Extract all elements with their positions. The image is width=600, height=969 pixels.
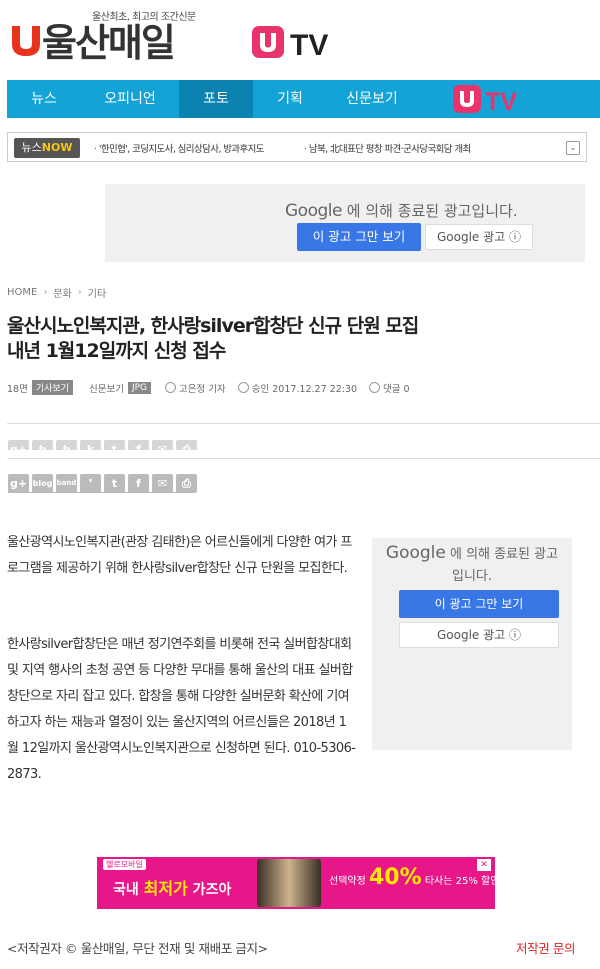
svg-text:TV: TV	[290, 29, 328, 60]
logo-u-icon[interactable]	[8, 20, 44, 60]
banner-offer: 선택약정 40% 타사는 25% 할인	[329, 865, 495, 890]
breadcrumb-home[interactable]: HOME	[7, 287, 37, 298]
print-icon[interactable]: ⎙	[176, 440, 197, 450]
ad-closed-message: Google 에 의해 종료된 광고입니다.	[285, 201, 518, 221]
twitter-icon[interactable]: t	[104, 440, 125, 450]
blog-icon[interactable]: b	[32, 440, 53, 450]
blog-icon[interactable]: blog	[32, 474, 53, 493]
why-ad-button[interactable]: Google 광고 ⓘ	[399, 622, 559, 648]
comment-icon	[369, 382, 381, 393]
print-icon[interactable]: ⎙	[176, 474, 197, 493]
nav-item-newspaper[interactable]: 신문보기	[327, 80, 417, 118]
chevron-right-icon: ›	[43, 287, 48, 298]
author-name: 고은정 기자	[179, 383, 226, 395]
share-bar-top: g+ b b k t f ✉ ⎙	[8, 440, 197, 450]
approved-datetime: 승인 2017.12.27 22:30	[251, 383, 358, 395]
nav-item-opinion[interactable]: 오피니언	[81, 80, 179, 118]
chevron-right-icon: ›	[77, 287, 82, 298]
facebook-icon[interactable]: f	[128, 474, 149, 493]
clock-icon	[237, 382, 249, 393]
article-title-line2: 내년 1월12일까지 신청 접수	[7, 340, 226, 362]
article-title-line1: 울산시노인복지관, 한사랑silver합창단 신규 단원 모집	[7, 315, 419, 337]
divider	[8, 492, 194, 493]
site-logo-text[interactable]: 울산매일	[42, 12, 176, 67]
kakao-icon[interactable]: ❜	[80, 474, 101, 493]
nav-utv-icon[interactable]: TV	[452, 84, 536, 114]
ad-closed-message: Google 에 의해 종료된 광고입니다.	[385, 543, 559, 584]
news-now-item[interactable]: · '한민협', 코딩지도사, 심리상담사, 방과후지도	[94, 141, 265, 155]
copyright-inquiry-link[interactable]: 저작권 문의	[516, 938, 575, 957]
band-icon[interactable]: band	[56, 474, 77, 493]
twitter-icon[interactable]: t	[104, 474, 125, 493]
kakao-icon[interactable]: k	[80, 440, 101, 450]
mail-icon[interactable]: ✉	[152, 440, 173, 450]
copyright-notice: <저작권자 © 울산매일, 무단 전재 및 재배포 금지>	[7, 941, 268, 956]
page-number: 18면	[7, 383, 28, 395]
mail-icon[interactable]: ✉	[152, 474, 173, 493]
breadcrumb-culture[interactable]: 문화	[53, 285, 71, 300]
svg-text:TV: TV	[485, 88, 517, 114]
article-paragraph: 울산광역시노인복지관(관장 김태한)은 어르신들에게 다양한 여가 프로그램을 …	[7, 535, 352, 576]
breadcrumb: HOME › 문화 › 기타	[7, 285, 106, 300]
google-ad-top: Google 에 의해 종료된 광고입니다. 이 광고 그만 보기 Google…	[105, 184, 585, 262]
article-paragraph: 한사랑silver합창단은 매년 정기연주회를 비롯해 전국 실버합창대회 및 …	[7, 637, 356, 782]
promo-banner[interactable]: 헬로모바일 국내 최저가 가즈아 선택약정 40% 타사는 25% 할인 ✕	[97, 857, 495, 909]
divider	[7, 458, 600, 459]
news-now-item[interactable]: · 남북, 北대표단 평창 파견·군사당국회담 개최	[304, 141, 471, 155]
stop-ad-button[interactable]: 이 광고 그만 보기	[297, 223, 421, 251]
banner-headline: 국내 최저가 가즈아	[113, 879, 232, 898]
newspaper-view[interactable]: 신문보기	[89, 381, 124, 395]
divider	[7, 423, 600, 424]
news-now-badge: 뉴스NOW	[14, 138, 80, 158]
utv-logo-icon[interactable]: TV	[250, 24, 360, 60]
chevron-down-icon[interactable]: ⌄	[566, 141, 580, 155]
googleplus-icon[interactable]: g+	[8, 440, 29, 450]
google-ad-side: Google 에 의해 종료된 광고입니다. 이 광고 그만 보기 Google…	[372, 538, 572, 750]
article-meta: 18면 기사보기 신문보기 JPG 고은정 기자 승인 2017.12.27 2…	[7, 380, 410, 395]
news-now-bar: 뉴스NOW · '한민협', 코딩지도사, 심리상담사, 방과후지도 · 남북,…	[7, 132, 587, 162]
banner-brand: 헬로모바일	[103, 859, 146, 870]
jpg-tag[interactable]: JPG	[127, 381, 151, 394]
nav-item-photo[interactable]: 포토	[179, 80, 253, 118]
stop-ad-button[interactable]: 이 광고 그만 보기	[399, 590, 559, 618]
user-icon	[165, 382, 176, 393]
close-icon[interactable]: ✕	[477, 859, 491, 871]
main-nav: 뉴스 오피니언 포토 기획 신문보기 TV	[7, 80, 600, 118]
nav-item-news[interactable]: 뉴스	[7, 80, 81, 118]
nav-item-feature[interactable]: 기획	[253, 80, 327, 118]
band-icon[interactable]: b	[56, 440, 77, 450]
facebook-icon[interactable]: f	[128, 440, 149, 450]
article-title: 울산시노인복지관, 한사랑silver합창단 신규 단원 모집 내년 1월12일…	[7, 314, 587, 364]
view-article-tag[interactable]: 기사보기	[31, 380, 73, 395]
why-ad-button[interactable]: Google 광고 ⓘ	[425, 224, 533, 250]
comment-count[interactable]: 댓글 0	[383, 381, 410, 395]
share-bar: g+ blog band ❜ t f ✉ ⎙	[8, 474, 197, 493]
phone-image	[257, 859, 321, 907]
googleplus-icon[interactable]: g+	[8, 474, 29, 493]
breadcrumb-etc[interactable]: 기타	[88, 285, 106, 300]
